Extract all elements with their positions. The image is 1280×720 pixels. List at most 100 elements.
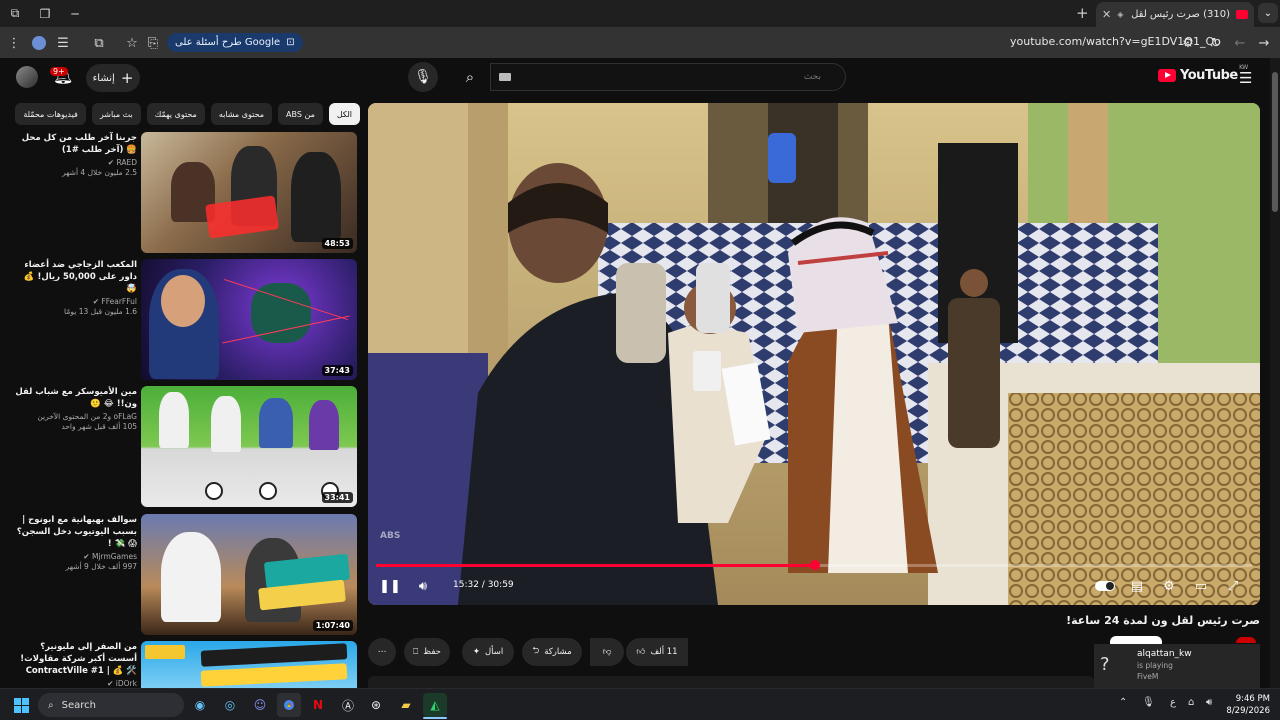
subscribe-button-partial[interactable] — [1110, 636, 1162, 644]
kebab-menu-icon[interactable]: ⋮ — [4, 33, 24, 53]
video-thumbnail[interactable]: 37:43 — [141, 259, 357, 380]
guide-menu-icon[interactable]: ☰ — [1239, 69, 1252, 87]
video-title[interactable]: من الصفر إلى مليونير؟ أسست أكبر شركة مقا… — [12, 641, 137, 677]
search-input[interactable] — [491, 64, 845, 90]
recommendation-item[interactable]: 33:41 مين الأميوسكر مع شباب لقل ون!! 😂 🙂… — [12, 386, 360, 508]
steam-client-icon[interactable]: ◎ — [218, 693, 242, 717]
unknown-game-icon: ? — [1100, 654, 1110, 675]
video-player[interactable]: ABS ❚❚ 🔊︎ 15:32 / 30:59 ▤ ⚙ ▭ ⤢ — [368, 103, 1260, 605]
account-avatar[interactable] — [16, 66, 38, 88]
tab-close-icon[interactable]: ✕ — [1102, 8, 1111, 21]
file-explorer-icon[interactable]: ▰ — [394, 693, 418, 717]
youtube-logo[interactable]: YouTube KW — [1158, 64, 1248, 83]
app-a-icon[interactable]: Ⓐ — [336, 693, 360, 717]
toast-username: alqattan_kw — [1137, 649, 1192, 659]
recommendation-item[interactable]: 48:53 جربنا آخر طلب من كل محل 🍔 (آخر طلب… — [12, 132, 360, 254]
voice-search-mic-icon[interactable]: 🎙︎ — [408, 62, 438, 92]
channel-name[interactable]: oFLaG و2 من المحتوى الآخرين — [12, 412, 137, 421]
chip-all[interactable]: الكل — [328, 103, 360, 125]
video-thumbnail[interactable]: 33:41 — [141, 386, 357, 507]
volume-tray-icon[interactable]: 🔊︎ — [1206, 697, 1212, 708]
minimize-window-icon[interactable]: ─ — [60, 0, 90, 27]
ask-google-button[interactable]: طرح أسئلة على Google ⊡ — [167, 33, 303, 52]
chip-live[interactable]: بث مباشر — [91, 103, 141, 125]
forward-icon[interactable]: ← — [1230, 33, 1250, 53]
description-box[interactable] — [368, 676, 1094, 688]
chip-related[interactable]: محتوى مشابه — [210, 103, 273, 125]
pause-icon[interactable]: ❚❚ — [379, 576, 401, 596]
settings-gear-icon[interactable]: ⚙ — [1158, 576, 1180, 596]
site-settings-icon[interactable]: ⚙ — [1178, 33, 1198, 53]
theater-mode-icon[interactable]: ▭ — [1190, 576, 1212, 596]
fullscreen-icon[interactable]: ⤢ — [1222, 576, 1244, 596]
search-button[interactable]: ⌕ — [450, 63, 490, 91]
join-button-partial[interactable] — [1236, 637, 1256, 643]
show-hidden-icons-chevron[interactable]: ⌃ — [1119, 697, 1127, 708]
subtitles-icon[interactable]: ▤ — [1126, 576, 1148, 596]
video-thumbnail[interactable]: 48:53 — [141, 132, 357, 253]
like-button[interactable]: 11 ألف 👍︎ — [626, 638, 688, 666]
progress-bar[interactable] — [376, 560, 1252, 570]
video-duration: 1:07:40 — [312, 620, 353, 631]
back-icon[interactable]: → — [1254, 33, 1274, 53]
tab-strip-menu-icon[interactable]: ⧉ — [0, 0, 30, 27]
chip-from-channel[interactable]: من ABS — [278, 103, 323, 125]
extensions-icon[interactable]: ⧉ — [89, 33, 109, 53]
video-title[interactable]: مين الأميوسكر مع شباب لقل ون!! 😂 🙂 — [12, 386, 137, 410]
total-duration: 30:59 — [487, 580, 514, 590]
nvidia-icon[interactable]: ◭ — [423, 693, 447, 717]
autoplay-toggle[interactable] — [1092, 576, 1118, 596]
page-scrollbar[interactable] — [1270, 58, 1280, 688]
share-button[interactable]: مشاركة ⮌ — [522, 638, 582, 666]
ask-button[interactable]: اسأل ✦ — [462, 638, 514, 666]
input-language[interactable]: ع — [1170, 697, 1176, 708]
channel-name[interactable]: MjrmGames ✔ — [12, 552, 137, 561]
taskbar-search-label: Search — [61, 699, 96, 711]
channel-watermark[interactable]: ABS — [380, 531, 400, 541]
chip-for-you[interactable]: محتوى يهمّك — [146, 103, 205, 125]
game-activity-toast[interactable]: ? alqattan_kw is playing FiveM — [1094, 644, 1260, 688]
chip-uploaded[interactable]: فيديوهات محمّلة — [15, 103, 86, 125]
video-meta: سوالف بهبهانية مع ابونوح | بسبب اليوتيوب… — [12, 514, 137, 571]
microphone-tray-icon[interactable]: 🎙︎ — [1142, 697, 1155, 708]
video-thumbnail[interactable]: 1:07:40 — [141, 514, 357, 635]
tab-search-chevron-icon[interactable]: ⌄ — [1258, 3, 1278, 23]
create-button[interactable]: إنشاء + — [86, 64, 140, 92]
logo-wordmark: YouTube — [1180, 68, 1238, 83]
keyboard-icon[interactable] — [499, 73, 511, 81]
volume-icon[interactable]: 🔊︎ — [413, 576, 433, 596]
clock-date: 8/29/2026 — [1226, 706, 1270, 716]
reading-list-icon[interactable]: ☰ — [53, 33, 73, 53]
install-app-icon[interactable]: ⎘ — [143, 33, 163, 53]
recommendation-item[interactable]: 1:07:40 سوالف بهبهانية مع ابونوح | بسبب … — [12, 514, 360, 636]
bookmark-star-icon[interactable]: ☆ — [122, 33, 142, 53]
video-title[interactable]: المكعب الزجاجي ضد أعضاء داور على 50,000 … — [12, 259, 137, 295]
more-actions-button[interactable]: ⋯ — [368, 638, 396, 666]
channel-name[interactable]: RAED ✔ — [12, 158, 137, 167]
channel-name[interactable]: iDOrk ✔ — [12, 679, 137, 688]
channel-name[interactable]: FFearFFul ✔ — [12, 297, 137, 306]
reload-icon[interactable]: ↻ — [1206, 33, 1226, 53]
video-title[interactable]: سوالف بهبهانية مع ابونوح | بسبب اليوتيوب… — [12, 514, 137, 550]
tab-youtube-video[interactable]: (310) صرت رئيس لقل ون لمدة 24 ساعة! ◈ ✕ — [1096, 2, 1254, 27]
scrollbar-thumb[interactable] — [1272, 72, 1278, 212]
profile-avatar-icon[interactable] — [29, 33, 49, 53]
save-button[interactable]: حفظ ⎕ — [404, 638, 450, 666]
new-tab-icon[interactable]: + — [1076, 4, 1089, 22]
search-icon: ⌕ — [48, 699, 54, 711]
dislike-button[interactable]: 👎︎ — [590, 638, 624, 666]
discord-icon[interactable]: ☺ — [248, 693, 272, 717]
netflix-icon[interactable]: N — [306, 693, 330, 717]
restore-window-icon[interactable]: ❐ — [30, 0, 60, 27]
chrome-icon[interactable] — [277, 693, 301, 717]
windows-start-icon[interactable] — [9, 693, 33, 717]
video-thumbnail[interactable] — [141, 641, 357, 688]
recommendation-item[interactable]: من الصفر إلى مليونير؟ أسست أكبر شركة مقا… — [12, 641, 360, 688]
recommendation-item[interactable]: 37:43 المكعب الزجاجي ضد أعضاء داور على 5… — [12, 259, 360, 381]
network-icon[interactable]: ⌂ — [1188, 697, 1194, 708]
taskbar-search[interactable]: ⌕ Search — [38, 693, 184, 717]
video-title[interactable]: جربنا آخر طلب من كل محل 🍔 (آخر طلب #1) — [12, 132, 137, 156]
github-icon[interactable]: ⊛ — [364, 693, 388, 717]
steam-icon[interactable]: ◉ — [188, 693, 212, 717]
system-clock[interactable]: 9:46 PM 8/29/2026 — [1226, 693, 1270, 717]
